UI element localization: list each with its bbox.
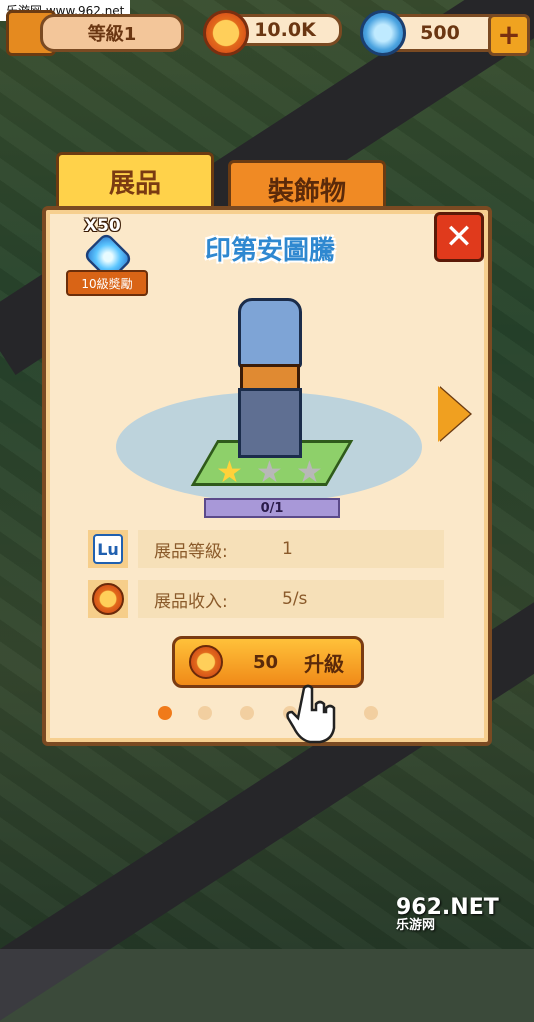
stat-row-level: Lu 展品等級: 1 xyxy=(88,530,444,568)
watermark-main: 962.NET xyxy=(396,895,499,920)
watermark-bottom: 962.NET 乐游网 xyxy=(396,896,528,940)
star-filled-icon: ★ xyxy=(216,455,243,490)
reward-count: X50 xyxy=(84,216,121,236)
page-dot[interactable] xyxy=(364,706,378,720)
upgrade-cost: 50 xyxy=(253,651,279,673)
coin-icon xyxy=(92,583,124,615)
star-empty-icon: ★ xyxy=(256,455,283,490)
star-empty-icon: ★ xyxy=(296,455,323,490)
coin-icon xyxy=(189,645,223,679)
stat-label: 展品等級: xyxy=(154,541,228,562)
watermark-sub: 乐游网 xyxy=(396,918,436,934)
totem-top xyxy=(238,298,302,368)
reward-label: 10級獎勵 xyxy=(66,270,148,296)
level-label[interactable]: 等級1 xyxy=(40,14,184,52)
level-icon: Lu xyxy=(93,534,123,564)
gem-icon xyxy=(360,10,406,56)
coin-icon xyxy=(203,10,249,56)
next-arrow-icon[interactable] xyxy=(438,386,470,442)
item-title: 印第安圖騰 xyxy=(204,236,335,266)
tab-exhibits[interactable]: 展品 xyxy=(56,152,214,207)
page-dot[interactable] xyxy=(198,706,212,720)
progress-bar: 0/1 xyxy=(204,498,340,518)
stat-row-income: 展品收入: 5/s xyxy=(88,580,444,618)
add-gems-button[interactable]: + xyxy=(488,14,530,56)
page-dot[interactable] xyxy=(240,706,254,720)
close-button[interactable]: ✕ xyxy=(434,212,484,262)
totem-base xyxy=(238,388,302,458)
pointer-hand-icon xyxy=(286,684,336,744)
stat-label: 展品收入: xyxy=(154,591,228,612)
page-dot[interactable] xyxy=(158,706,172,720)
stat-value: 5/s xyxy=(282,589,308,609)
totem-pole-image xyxy=(238,298,302,466)
upgrade-button[interactable]: 50 升級 xyxy=(172,636,364,688)
upgrade-label: 升級 xyxy=(304,651,345,676)
stat-value: 1 xyxy=(282,539,293,559)
top-bar: 等級1 10.0K 500 + xyxy=(0,8,534,56)
